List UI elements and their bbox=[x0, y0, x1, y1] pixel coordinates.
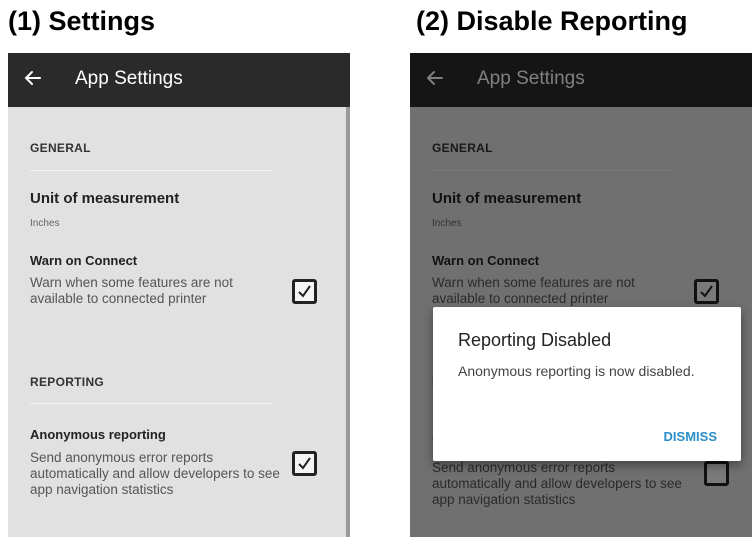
warn-on-connect-checkbox[interactable] bbox=[292, 279, 317, 304]
divider bbox=[30, 403, 273, 404]
app-bar: App Settings bbox=[8, 53, 350, 107]
app-bar-title: App Settings bbox=[75, 68, 183, 89]
settings-screen: App Settings GENERAL Unit of measurement… bbox=[8, 53, 350, 537]
settings-screen-with-dialog: App Settings GENERAL Unit of measurement… bbox=[410, 53, 752, 537]
arrow-left-icon[interactable] bbox=[22, 67, 44, 89]
section-header-general: GENERAL bbox=[30, 141, 91, 155]
pref-title: Anonymous reporting bbox=[30, 427, 166, 442]
scrollbar[interactable] bbox=[346, 107, 350, 537]
dialog-title: Reporting Disabled bbox=[458, 330, 612, 350]
check-icon bbox=[298, 285, 311, 298]
dismiss-button[interactable]: DISMISS bbox=[664, 429, 717, 444]
anonymous-reporting-checkbox[interactable] bbox=[292, 451, 317, 476]
dialog-scrim[interactable] bbox=[410, 53, 752, 537]
dialog-message: Anonymous reporting is now disabled. bbox=[458, 363, 695, 379]
pref-value: Inches bbox=[30, 218, 60, 229]
section-header-reporting: REPORTING bbox=[30, 375, 105, 389]
reporting-disabled-dialog: Reporting Disabled Anonymous reporting i… bbox=[433, 307, 741, 461]
panel-heading-disable-reporting: (2) Disable Reporting bbox=[416, 6, 688, 36]
pref-title: Warn on Connect bbox=[30, 253, 138, 268]
divider bbox=[30, 170, 273, 171]
check-icon bbox=[298, 457, 311, 470]
pref-summary: Warn when some features are not availabl… bbox=[30, 275, 233, 306]
pref-title: Unit of measurement bbox=[30, 190, 180, 207]
pref-summary: Send anonymous error reports automatical… bbox=[30, 450, 280, 497]
panel-heading-settings: (1) Settings bbox=[8, 6, 156, 36]
